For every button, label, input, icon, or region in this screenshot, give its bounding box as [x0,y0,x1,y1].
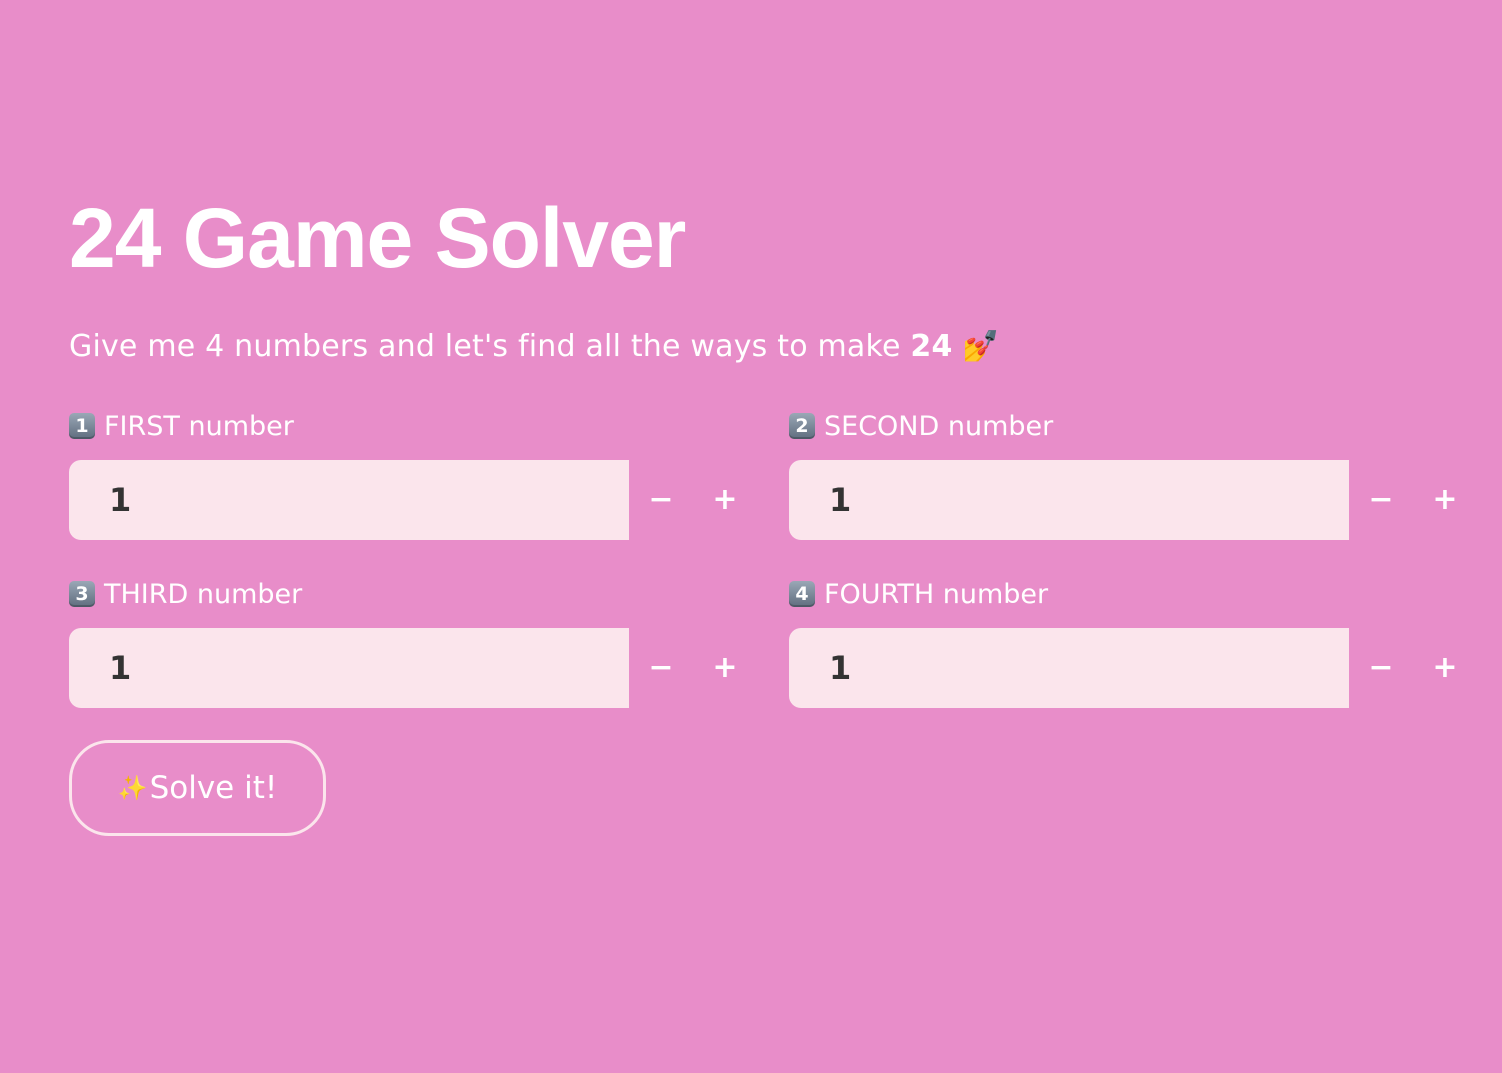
second-number-field: 2 SECOND number − + [789,406,1479,540]
keycap-1-icon: 1 [69,413,95,439]
fourth-number-decrement-button[interactable]: − [1351,628,1411,708]
page-subtitle: Give me 4 numbers and let's find all the… [69,326,1000,368]
fourth-number-label: 4 FOURTH number [789,574,1479,614]
fourth-number-input[interactable] [789,628,1349,708]
solve-button-label: Solve it! [149,770,278,806]
fourth-number-stepper: − + [789,628,1479,708]
sparkles-icon: ✨ [117,774,148,802]
subtitle-target-number: 24 [910,329,953,364]
first-number-stepper: − + [69,460,759,540]
second-number-decrement-button[interactable]: − [1351,460,1411,540]
third-number-decrement-button[interactable]: − [631,628,691,708]
first-number-decrement-button[interactable]: − [631,460,691,540]
keycap-2-icon: 2 [789,413,815,439]
second-number-input[interactable] [789,460,1349,540]
first-number-label: 1 FIRST number [69,406,759,446]
first-number-field: 1 FIRST number − + [69,406,759,540]
fourth-number-field: 4 FOURTH number − + [789,574,1479,708]
first-number-input[interactable] [69,460,629,540]
third-number-stepper: − + [69,628,759,708]
third-number-increment-button[interactable]: + [695,628,755,708]
third-number-input[interactable] [69,628,629,708]
third-number-label: 3 THIRD number [69,574,759,614]
second-number-label: 2 SECOND number [789,406,1479,446]
page-title: 24 Game Solver [69,191,686,285]
first-number-increment-button[interactable]: + [695,460,755,540]
keycap-3-icon: 3 [69,581,95,607]
fourth-number-label-text: FOURTH number [824,578,1049,610]
first-number-label-text: FIRST number [104,410,294,442]
keycap-4-icon: 4 [789,581,815,607]
solve-button[interactable]: ✨ Solve it! [69,740,326,836]
subtitle-text: Give me 4 numbers and let's find all the… [69,329,911,364]
second-number-stepper: − + [789,460,1479,540]
third-number-label-text: THIRD number [104,578,303,610]
nail-polish-icon: 💅 [962,329,1000,364]
second-number-increment-button[interactable]: + [1415,460,1475,540]
second-number-label-text: SECOND number [824,410,1054,442]
fourth-number-increment-button[interactable]: + [1415,628,1475,708]
third-number-field: 3 THIRD number − + [69,574,759,708]
